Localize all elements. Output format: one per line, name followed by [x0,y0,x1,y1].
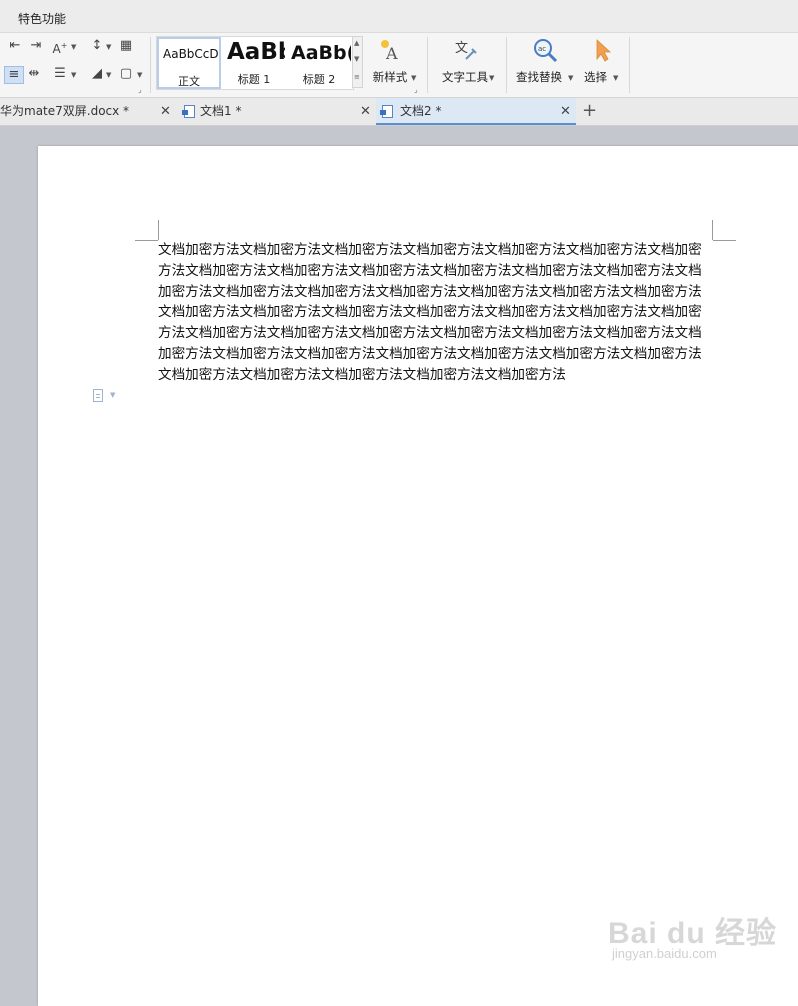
svg-text:文: 文 [455,41,468,56]
close-icon[interactable]: ✕ [360,98,371,125]
style-gallery: AaBbCcDd 正文 AaBb 标题 1 AaBb( 标题 2 [156,36,354,90]
tab-label: 文档2 * [400,104,442,118]
text-tools-label: 文字工具 [442,70,488,84]
find-replace-button[interactable]: ac 查找替换 ▼ [514,35,576,91]
gallery-more-icon[interactable]: ≡ [354,73,360,81]
increase-indent-icon[interactable]: ⇥ [27,38,45,54]
sort-dropdown-icon[interactable]: ▼ [106,43,111,51]
new-style-button[interactable]: A 新样式 ▼ [366,35,416,91]
tab-label: 华为mate7双屏.docx * [0,104,130,118]
shading-fill-icon[interactable]: ◢ [88,66,106,82]
style-normal-sample: AaBbCcDd [163,47,221,61]
paragraph-layout-icon[interactable] [93,389,103,402]
select-cursor-icon [596,39,612,62]
menu-special-features[interactable]: 特色功能 [18,10,66,27]
change-case-dropdown-icon[interactable]: ▼ [71,43,76,51]
crop-mark [713,240,736,241]
word-doc-icon [182,105,195,118]
style-normal-label: 正文 [178,75,200,88]
style-heading-1-label: 标题 1 [237,73,271,86]
svg-text:ac: ac [538,45,546,53]
text-tools-icon: 文 [455,41,477,60]
gallery-down-icon[interactable]: ▼ [354,55,359,63]
borders-dropdown-icon[interactable]: ▼ [137,71,142,79]
select-button[interactable]: 选择 ▼ [582,35,622,91]
style-heading-1[interactable]: AaBb 标题 1 [223,37,285,89]
gallery-up-icon[interactable]: ▲ [354,39,359,47]
shading-dropdown-icon[interactable]: ▼ [106,71,111,79]
find-replace-dropdown-icon[interactable]: ▼ [568,74,573,82]
change-case-icon[interactable]: A+ [51,38,69,56]
find-replace-icon: ac [534,39,558,63]
ribbon-toolbar: ⇤ ⇥ A+ ▼ ↕ ▼ ▦ ≡ ⇹ ☰ ▼ ◢ ▼ ▢ ▼ ⌟ AaBbCcD… [0,33,798,98]
line-spacing-dropdown-icon[interactable]: ▼ [71,71,76,79]
sort-icon[interactable]: ↕ [88,38,106,54]
baidu-jingyan-watermark: Bai du 经验 jingyan.baidu.com [604,906,794,972]
tab-doc1[interactable]: 文档1 * ✕ [178,98,374,125]
text-tools-dropdown-icon[interactable]: ▼ [489,74,494,82]
svg-text:A: A [385,44,398,63]
paragraph-layout-dropdown-icon[interactable]: ▼ [110,391,115,399]
style-heading-1-sample: AaBb [227,39,285,65]
menu-bar: 特色功能 [0,0,798,33]
style-normal[interactable]: AaBbCcDd 正文 [157,37,221,89]
crop-mark [158,220,159,240]
close-icon[interactable]: ✕ [160,98,171,125]
document-tab-bar: 华为mate7双屏.docx * ✕ 文档1 * ✕ 文档2 * ✕ + [0,98,798,126]
new-tab-plus-icon[interactable]: + [582,98,597,124]
borders-icon[interactable]: ▢ [117,66,135,82]
distributed-align-icon[interactable]: ⇹ [25,66,43,82]
decrease-indent-icon[interactable]: ⇤ [6,38,24,54]
table-grid-icon[interactable]: ▦ [117,38,135,54]
line-spacing-icon[interactable]: ☰ [51,66,69,82]
crop-mark [712,220,713,240]
align-justify-icon[interactable]: ≡ [4,66,24,84]
word-doc-icon [380,105,393,118]
tab-label: 文档1 * [200,104,242,118]
style-heading-2[interactable]: AaBb( 标题 2 [287,37,351,89]
watermark-url: jingyan.baidu.com [612,946,717,961]
separator [629,37,630,93]
new-style-dropdown-icon[interactable]: ▼ [411,74,416,82]
text-tools-button[interactable]: 文 文字工具 ▼ [436,35,494,91]
separator [506,37,507,93]
tab-huawei-docx[interactable]: 华为mate7双屏.docx * ✕ [0,98,176,125]
document-page[interactable]: 文档加密方法文档加密方法文档加密方法文档加密方法文档加密方法文档加密方法文档加密… [38,146,798,1006]
new-style-icon: A [381,40,398,63]
styles-launcher-icon[interactable]: ⌟ [414,85,418,94]
tab-doc2[interactable]: 文档2 * ✕ [376,98,576,125]
separator [427,37,428,93]
separator [150,37,151,93]
find-replace-label: 查找替换 [516,70,562,84]
style-gallery-scrollbar[interactable]: ▲ ▼ ≡ [352,36,363,88]
style-heading-2-label: 标题 2 [302,73,336,86]
select-dropdown-icon[interactable]: ▼ [613,74,618,82]
new-style-label: 新样式 [372,70,408,84]
paragraph-launcher-icon[interactable]: ⌟ [138,85,142,94]
select-label: 选择 [584,70,607,84]
close-icon[interactable]: ✕ [560,98,571,125]
document-body-text[interactable]: 文档加密方法文档加密方法文档加密方法文档加密方法文档加密方法文档加密方法文档加密… [158,240,712,386]
style-heading-2-sample: AaBb( [291,42,351,64]
crop-mark [135,240,158,241]
